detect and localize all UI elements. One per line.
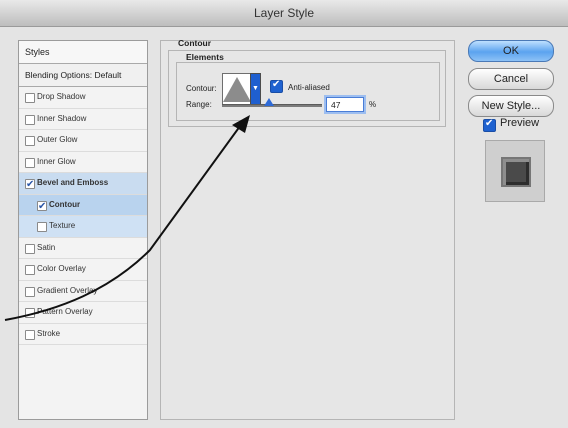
drop-shadow-checkbox[interactable]	[25, 93, 35, 103]
bevel-preview-icon	[501, 157, 531, 187]
preview-label: Preview	[500, 117, 540, 129]
style-item-label: Satin	[37, 242, 56, 252]
anti-aliased-checkbox[interactable]	[270, 79, 283, 93]
cancel-button[interactable]: Cancel	[468, 68, 554, 90]
satin-checkbox[interactable]	[25, 243, 35, 254]
style-item-inner-glow[interactable]: Inner Glow	[19, 152, 147, 173]
styles-list: Styles Blending Options: Default Drop Sh…	[18, 40, 148, 420]
style-item-outer-glow[interactable]: Outer Glow	[19, 130, 147, 152]
contour-label: Contour:	[186, 84, 217, 93]
range-input[interactable]: 47	[326, 97, 364, 112]
pattern-overlay-checkbox[interactable]	[25, 308, 35, 318]
new-style-button[interactable]: New Style...	[468, 95, 554, 117]
texture-checkbox[interactable]	[37, 222, 47, 232]
section-title: Contour	[178, 38, 212, 48]
style-item-contour[interactable]: Contour	[19, 194, 147, 217]
style-item-drop-shadow[interactable]: Drop Shadow	[19, 87, 147, 109]
outer-glow-checkbox[interactable]	[25, 136, 35, 146]
blending-options-item[interactable]: Blending Options: Default	[19, 64, 147, 87]
style-item-label: Texture	[49, 221, 76, 230]
preview-checkbox[interactable]	[483, 118, 496, 132]
contour-curve-icon	[223, 77, 251, 102]
style-item-color-overlay[interactable]: Color Overlay	[19, 259, 147, 281]
chevron-down-icon[interactable]: ▼	[250, 73, 261, 105]
range-label: Range:	[186, 100, 212, 109]
range-slider-knob[interactable]	[264, 98, 274, 106]
style-item-bevel-and-emboss[interactable]: Bevel and Emboss	[19, 173, 147, 196]
anti-aliased-label: Anti-aliased	[288, 83, 330, 92]
window-title: Layer Style	[0, 0, 568, 27]
style-item-label: Color Overlay	[37, 264, 86, 273]
inner-glow-checkbox[interactable]	[25, 157, 35, 168]
styles-header[interactable]: Styles	[19, 41, 147, 64]
color-overlay-checkbox[interactable]	[25, 265, 35, 275]
style-item-texture[interactable]: Texture	[19, 216, 147, 238]
contour-checkbox[interactable]	[37, 197, 47, 217]
gradient-overlay-checkbox[interactable]	[25, 286, 35, 297]
style-item-gradient-overlay[interactable]: Gradient Overlay	[19, 281, 147, 302]
style-item-label: Stroke	[37, 328, 61, 338]
style-item-label: Pattern Overlay	[37, 307, 93, 316]
style-item-label: Drop Shadow	[37, 92, 86, 101]
style-item-label: Contour	[49, 199, 81, 209]
style-item-inner-shadow[interactable]: Inner Shadow	[19, 109, 147, 130]
ok-button[interactable]: OK	[468, 40, 554, 62]
inner-shadow-checkbox[interactable]	[25, 114, 35, 125]
style-item-label: Outer Glow	[37, 135, 78, 144]
stroke-checkbox[interactable]	[25, 329, 35, 340]
elements-title: Elements	[186, 52, 224, 62]
style-item-pattern-overlay[interactable]: Pattern Overlay	[19, 302, 147, 324]
style-item-label: Inner Glow	[37, 156, 76, 166]
bevel-and-emboss-checkbox[interactable]	[25, 175, 35, 196]
range-unit: %	[369, 100, 377, 109]
style-item-label: Inner Shadow	[37, 113, 87, 123]
style-item-label: Bevel and Emboss	[37, 178, 109, 187]
style-item-stroke[interactable]: Stroke	[19, 324, 147, 345]
style-item-label: Gradient Overlay	[37, 285, 98, 295]
style-preview	[485, 140, 545, 202]
style-item-satin[interactable]: Satin	[19, 238, 147, 259]
